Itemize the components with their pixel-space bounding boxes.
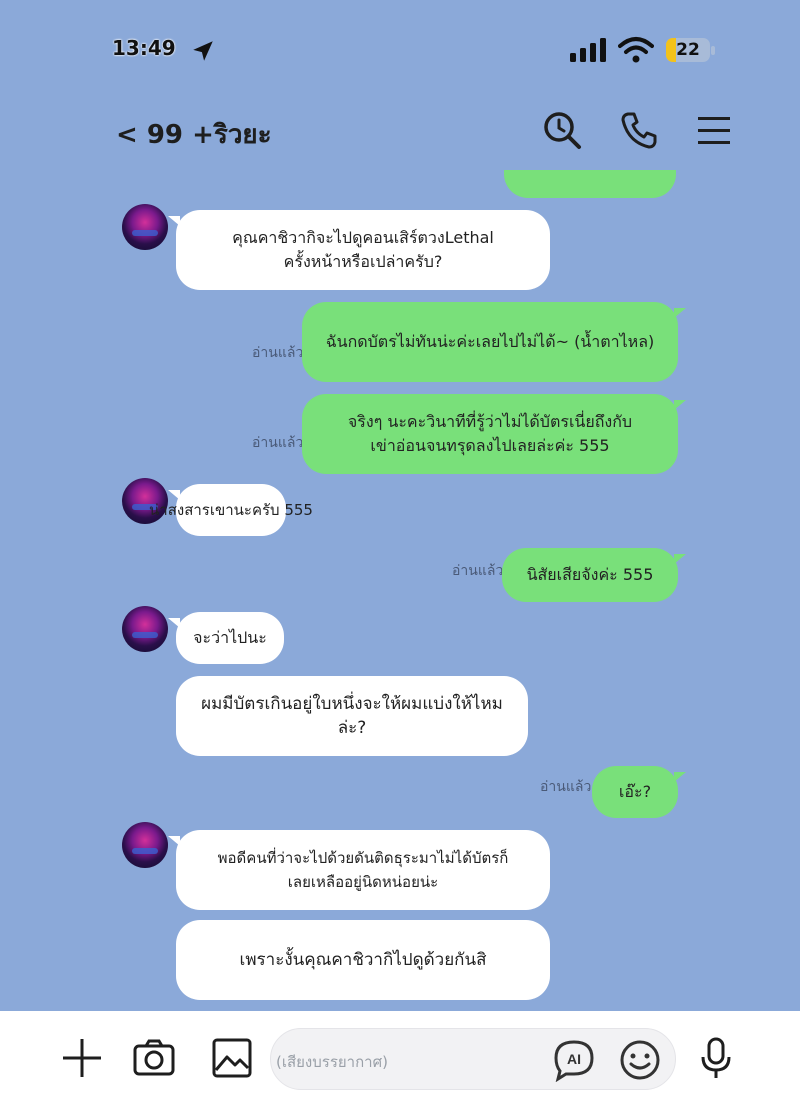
status-time: 13:49 bbox=[112, 36, 176, 60]
message-text: พอดีคนที่ว่าจะไปด้วยดันติดธุระมาไม่ได้บั… bbox=[217, 849, 509, 891]
plus-icon[interactable] bbox=[60, 1036, 104, 1080]
search-icon[interactable] bbox=[542, 110, 582, 150]
camera-icon[interactable] bbox=[132, 1036, 176, 1080]
incoming-message[interactable]: น่าสงสารเขานะครับ 555 bbox=[149, 484, 313, 536]
message-text: เพราะงั้นคุณคาชิวากิไปดูด้วยกันสิ bbox=[239, 950, 487, 970]
chat-area[interactable]: คุณคาชิวากิจะไปดูคอนเสิร์ตวงLethal ครั้ง… bbox=[0, 170, 800, 1010]
message-text: คุณคาชิวากิจะไปดูคอนเสิร์ตวงLethal ครั้ง… bbox=[232, 228, 494, 271]
message-text: นิสัยเสียจังค่ะ 555 bbox=[526, 565, 654, 584]
message-text: จะว่าไปนะ bbox=[193, 628, 267, 647]
image-icon[interactable] bbox=[210, 1036, 254, 1080]
outgoing-message[interactable]: ฉันกดบัตรไม่ทันน่ะค่ะเลยไปไม่ได้~ (น้ำตา… bbox=[302, 302, 686, 382]
cellular-signal-icon bbox=[570, 38, 606, 62]
outgoing-message[interactable]: เอ๊ะ? bbox=[592, 766, 686, 818]
message-text: จริงๆ นะคะวินาทีที่รู้ว่าไม่ได้บัตรเนี่ย… bbox=[347, 412, 633, 455]
message-text: เอ๊ะ? bbox=[618, 782, 652, 801]
incoming-message[interactable]: เพราะงั้นคุณคาชิวากิไปดูด้วยกันสิ bbox=[176, 920, 550, 1000]
read-receipt: อ่านแล้ว bbox=[452, 563, 504, 579]
read-receipt: อ่านแล้ว bbox=[540, 779, 592, 795]
back-button[interactable]: < 99 +ริวยะ bbox=[116, 114, 272, 155]
microphone-icon[interactable] bbox=[694, 1036, 738, 1080]
menu-icon[interactable] bbox=[694, 110, 734, 150]
ai-icon[interactable]: AI bbox=[552, 1038, 596, 1082]
message-input-placeholder: (เสียงบรรยากาศ) bbox=[276, 1053, 388, 1071]
message-text: ผมมีบัตรเกินอยู่ใบหนึ่งจะให้ผมแบ่งให้ไหม… bbox=[201, 694, 503, 738]
location-arrow-icon bbox=[193, 41, 213, 61]
message-text: น่าสงสารเขานะครับ 555 bbox=[149, 501, 313, 519]
read-receipt: อ่านแล้ว bbox=[252, 435, 304, 451]
emoji-icon[interactable] bbox=[618, 1038, 662, 1082]
message-text: ฉันกดบัตรไม่ทันน่ะค่ะเลยไปไม่ได้~ (น้ำตา… bbox=[325, 332, 655, 351]
wifi-icon bbox=[618, 37, 654, 63]
avatar[interactable] bbox=[122, 204, 168, 250]
avatar[interactable] bbox=[122, 822, 168, 868]
read-receipt: อ่านแล้ว bbox=[252, 345, 304, 361]
outgoing-message[interactable]: นิสัยเสียจังค่ะ 555 bbox=[502, 548, 686, 602]
incoming-message[interactable]: จะว่าไปนะ bbox=[168, 612, 284, 664]
message-bubble-partial bbox=[504, 170, 676, 198]
svg-text:AI: AI bbox=[567, 1051, 581, 1067]
battery-indicator: 22 bbox=[666, 38, 716, 64]
battery-level: 22 bbox=[676, 40, 700, 60]
incoming-message[interactable]: ผมมีบัตรเกินอยู่ใบหนึ่งจะให้ผมแบ่งให้ไหม… bbox=[176, 676, 528, 756]
incoming-message[interactable]: คุณคาชิวากิจะไปดูคอนเสิร์ตวงLethal ครั้ง… bbox=[168, 210, 550, 290]
phone-icon[interactable] bbox=[620, 110, 660, 150]
outgoing-message[interactable]: จริงๆ นะคะวินาทีที่รู้ว่าไม่ได้บัตรเนี่ย… bbox=[302, 394, 686, 474]
incoming-message[interactable]: พอดีคนที่ว่าจะไปด้วยดันติดธุระมาไม่ได้บั… bbox=[168, 830, 550, 910]
avatar[interactable] bbox=[122, 606, 168, 652]
status-bar: 13:49 22 bbox=[0, 0, 800, 100]
